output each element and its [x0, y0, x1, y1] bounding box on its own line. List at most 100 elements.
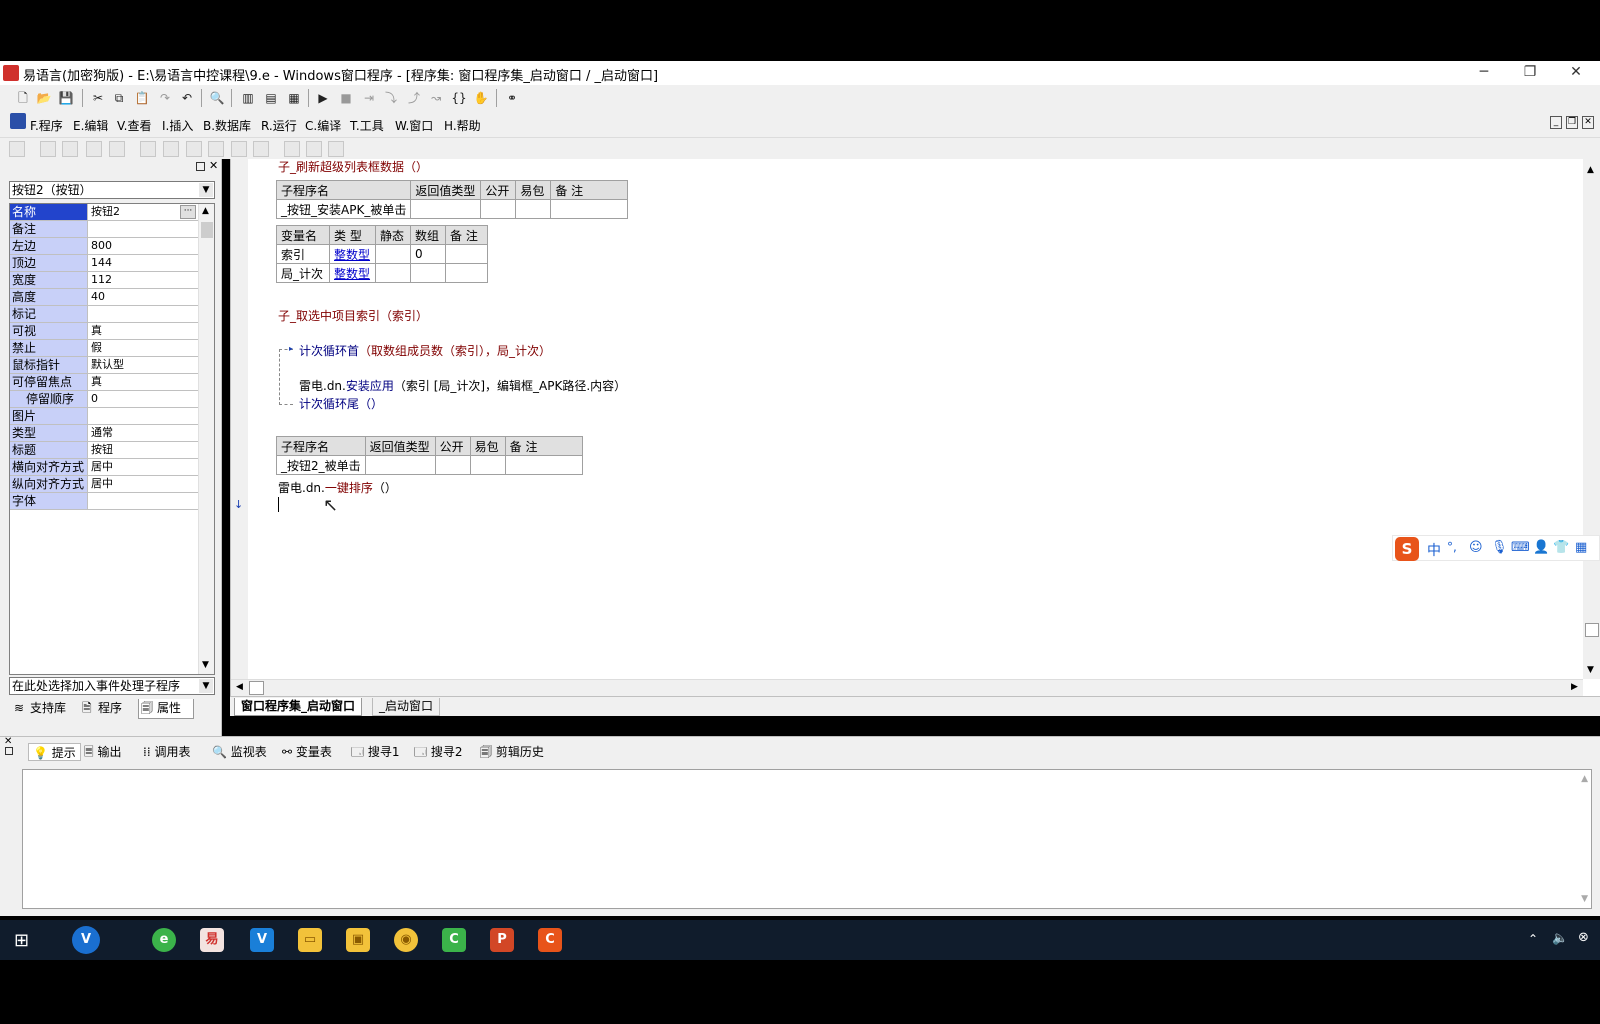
- property-value[interactable]: 112: [89, 272, 198, 288]
- code-line-loop-tail[interactable]: 计次循环尾（）: [299, 395, 383, 412]
- tab-start-window[interactable]: _启动窗口: [372, 698, 441, 716]
- windows-start-icon[interactable]: ⊞: [14, 930, 29, 951]
- property-row[interactable]: 可停留焦点真: [10, 374, 198, 391]
- cut-icon[interactable]: ✂: [89, 89, 107, 107]
- property-row[interactable]: 顶边 144: [10, 255, 198, 272]
- media-app-icon[interactable]: ◉: [394, 928, 418, 952]
- property-row[interactable]: 图片: [10, 408, 198, 425]
- table-cell[interactable]: [410, 199, 482, 219]
- table-cell[interactable]: [515, 199, 552, 219]
- undo-icon[interactable]: ↶: [178, 89, 196, 107]
- scroll-up-icon[interactable]: ▲: [202, 206, 209, 216]
- property-row[interactable]: 横向对齐方式 居中: [10, 459, 198, 476]
- align-bottom-icon[interactable]: [109, 141, 125, 157]
- easy-language-icon[interactable]: 易: [200, 928, 224, 952]
- scroll-up-icon[interactable]: ▲: [1587, 165, 1594, 175]
- property-row[interactable]: 类型 通常: [10, 425, 198, 442]
- code-editor[interactable]: ↓ 子_刷新超级列表框数据（） 子程序名 返回值类型 公开 易包 备 注 _按钮…: [230, 159, 1600, 696]
- tab-properties[interactable]: 🗐 属性: [138, 699, 194, 719]
- menu-tools[interactable]: T.工具: [350, 117, 384, 134]
- object-selector[interactable]: 按钮2（按钮） ▼: [9, 181, 215, 199]
- new-file-icon[interactable]: 🗋: [14, 89, 32, 107]
- tab-clip-history[interactable]: 🗐 剪辑历史: [480, 743, 544, 761]
- scroll-down-icon[interactable]: ▼: [202, 660, 209, 670]
- sub-definition-table-2[interactable]: 子程序名 返回值类型 公开 易包 备 注 _按钮2_被单击: [276, 436, 583, 475]
- scroll-down-icon[interactable]: ▼: [1587, 665, 1594, 675]
- chevron-up-icon[interactable]: ⌃: [1528, 932, 1538, 946]
- property-value[interactable]: [89, 408, 198, 424]
- property-row[interactable]: 高度 40: [10, 289, 198, 306]
- property-row[interactable]: 标记: [10, 306, 198, 323]
- property-row[interactable]: 名称 按钮2 ···: [10, 204, 198, 221]
- center-vertical-icon[interactable]: [163, 141, 179, 157]
- size-width-icon[interactable]: [284, 141, 300, 157]
- menu-database[interactable]: B.数据库: [203, 117, 251, 134]
- child-minimize-button[interactable]: _: [1550, 116, 1562, 129]
- table-cell[interactable]: 索引: [276, 244, 330, 264]
- braces-icon[interactable]: {}: [450, 89, 468, 107]
- scroll-thumb[interactable]: [249, 681, 264, 695]
- code-line-get-index[interactable]: 子_取选中项目索引（索引）: [278, 307, 428, 324]
- align-right-icon[interactable]: [62, 141, 78, 157]
- scroll-thumb[interactable]: [1585, 623, 1599, 637]
- align-left-icon[interactable]: [40, 141, 56, 157]
- layout-left-icon[interactable]: ▥: [239, 89, 257, 107]
- tab-call-stack[interactable]: ⁞⁞ 调用表: [143, 743, 190, 761]
- space-horizontal-icon[interactable]: [231, 141, 247, 157]
- step-over-icon[interactable]: ↝: [427, 89, 445, 107]
- find-icon[interactable]: 🔍: [208, 89, 226, 107]
- tab-program[interactable]: 🗎 程序: [80, 699, 122, 719]
- scroll-up-icon[interactable]: ▲: [1581, 774, 1588, 784]
- property-value[interactable]: 144: [89, 255, 198, 271]
- menu-run[interactable]: R.运行: [261, 117, 297, 134]
- volume-icon[interactable]: 🔈: [1552, 931, 1568, 946]
- variable-table[interactable]: 变量名 类 型 静态 数组 备 注 索引 整数型 0 局_计次 整数型: [276, 225, 488, 283]
- table-cell[interactable]: 整数型: [329, 263, 376, 283]
- space-vertical-icon[interactable]: [253, 141, 269, 157]
- code-line-refresh-call[interactable]: 子_刷新超级列表框数据（）: [278, 158, 428, 175]
- grid-menu-icon[interactable]: ▦: [1575, 540, 1587, 555]
- property-value[interactable]: 真: [89, 374, 198, 390]
- same-width-icon[interactable]: [186, 141, 202, 157]
- step-icon[interactable]: ⇥: [360, 89, 378, 107]
- property-value[interactable]: 0: [89, 391, 198, 407]
- redo-icon[interactable]: ↷: [156, 89, 174, 107]
- vpn-icon[interactable]: V: [250, 928, 274, 952]
- property-value[interactable]: 居中: [89, 459, 198, 475]
- property-row[interactable]: 纵向对齐方式 居中: [10, 476, 198, 493]
- file-explorer-icon[interactable]: ▭: [298, 928, 322, 952]
- panel-pin-icon[interactable]: [5, 747, 13, 755]
- hand-icon[interactable]: ✋: [472, 89, 490, 107]
- same-height-icon[interactable]: [208, 141, 224, 157]
- layout-full-icon[interactable]: ▦: [285, 89, 303, 107]
- property-row[interactable]: 可视真: [10, 323, 198, 340]
- code-line-sort[interactable]: 雷电.dn.一键排序（）: [278, 479, 397, 496]
- menu-view[interactable]: V.查看: [117, 117, 151, 134]
- app-window-icon[interactable]: ▣: [346, 928, 370, 952]
- table-cell[interactable]: [469, 455, 506, 475]
- tab-search1[interactable]: 🗔 搜寻1: [351, 743, 399, 761]
- property-value[interactable]: 800: [89, 238, 198, 254]
- code-line-install[interactable]: 雷电.dn.安装应用（索引 [局_计次]，编辑框_APK路径.内容）: [299, 377, 626, 394]
- property-value[interactable]: [89, 221, 198, 237]
- table-cell[interactable]: [375, 263, 411, 283]
- table-cell[interactable]: _按钮_安装APK_被单击: [275, 199, 412, 219]
- paste-icon[interactable]: 📋: [133, 89, 151, 107]
- binoculars-icon[interactable]: ⚭: [503, 89, 521, 107]
- restore-button[interactable]: ❐: [1507, 61, 1553, 85]
- scroll-thumb[interactable]: [201, 222, 213, 238]
- code-line-loop-head[interactable]: 计次循环首（取数组成员数（索引），局_计次）: [299, 342, 551, 359]
- scroll-down-icon[interactable]: ▼: [1581, 894, 1588, 904]
- editor-horizontal-scrollbar[interactable]: ◀ ▶: [231, 679, 1583, 696]
- menu-edit[interactable]: E.编辑: [73, 117, 108, 134]
- event-selector[interactable]: 在此处选择加入事件处理子程序 ▼: [9, 677, 215, 695]
- panel-pin-icon[interactable]: [196, 162, 205, 171]
- ellipsis-button[interactable]: ···: [180, 205, 196, 219]
- editor-vertical-scrollbar[interactable]: ▲ ▼: [1583, 159, 1600, 679]
- chevron-down-icon[interactable]: ▼: [199, 679, 213, 693]
- property-value[interactable]: 通常: [89, 425, 198, 441]
- ime-mode[interactable]: 中: [1427, 540, 1441, 560]
- step-into-icon[interactable]: ⤵: [382, 89, 400, 107]
- property-value[interactable]: 真: [89, 323, 198, 339]
- scroll-right-icon[interactable]: ▶: [1571, 682, 1578, 692]
